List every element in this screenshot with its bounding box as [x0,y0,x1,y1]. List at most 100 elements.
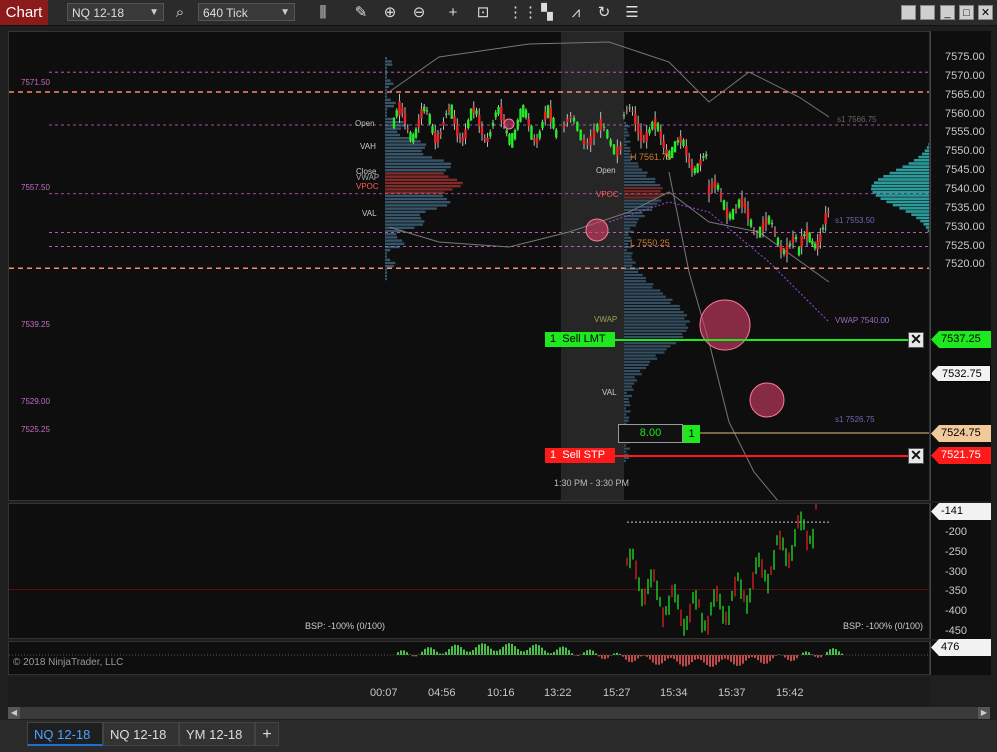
profile-bar [624,193,665,196]
profile-bar [385,143,427,146]
indicators-icon[interactable]: ⋮⋮ [508,3,538,22]
delta-bar [814,655,816,657]
profile-bar [385,130,398,133]
profile-bar [385,79,391,82]
pencil-icon[interactable]: ✎ [351,3,371,22]
sell-stop-order-tag[interactable]: 1 Sell STP [545,448,615,463]
delta-bar [760,655,762,663]
profile-bar [385,114,387,117]
candle-body [414,128,418,138]
price-chart-pane[interactable]: 7571.50 7557.50 7539.25 7529.00 7525.25 … [8,31,930,501]
candle-body [483,138,486,140]
delta-bar [802,652,804,655]
bsp-indicator-pane[interactable]: BSP: -100% (0/100) BSP: -100% (0/100) [8,503,930,639]
interval-selector[interactable]: 640 Tick ▼ [198,3,295,21]
delta-bar [691,655,693,663]
drawing-tools-icon[interactable]: ⩘ [566,3,586,22]
search-icon[interactable]: ⌕ [170,3,190,22]
candle-body [398,101,401,116]
time-tick: 15:42 [776,687,804,699]
profile-bar [624,230,634,233]
zoom-out-icon[interactable]: ⊖ [409,3,429,22]
scroll-left-icon[interactable]: ◀ [8,707,20,719]
profile-bar [385,197,448,201]
profile-bar [624,413,627,416]
maximize-window-button[interactable]: □ [959,5,974,20]
candle-body [592,129,596,139]
crosshair-icon[interactable]: + [443,3,463,22]
band-s1-label: s1 7526.75 [835,415,875,424]
band-s1-label: s1 7566.75 [837,115,877,124]
minimize-tile-icon[interactable] [901,5,916,20]
delta-bar [544,650,546,655]
position-qty-box[interactable]: 1 [683,425,700,443]
volume-delta-axis[interactable]: 476 [930,639,991,675]
profile-bar [385,239,403,242]
candle-body [453,115,456,124]
profile-bar [385,159,444,162]
scroll-right-icon[interactable]: ▶ [978,707,990,719]
minimize-window-button[interactable]: _ [940,5,955,20]
horizontal-scrollbar[interactable]: ◀ ▶ [8,707,990,719]
tab-nq-active[interactable]: NQ 12-18 [27,722,103,746]
profile-bar [385,101,396,105]
strategies-icon[interactable]: ▚ [537,3,557,22]
position-pnl-box[interactable]: 8.00 [618,424,683,443]
delta-bar [700,655,702,660]
delta-bar [478,644,480,655]
candle-body [511,133,514,148]
candle-body [549,107,552,122]
cancel-sell-stop-icon[interactable]: ✕ [908,448,924,464]
profile-bar [624,190,661,193]
add-tab-button[interactable]: + [255,722,279,746]
profile-bar [624,317,685,320]
candle-body [776,238,780,245]
profile-bar [385,172,444,175]
restore-tile-icon[interactable] [920,5,935,20]
data-box-icon[interactable]: ⊡ [473,3,493,22]
profile-bar [385,156,433,159]
candle-body [497,106,500,114]
time-axis[interactable]: 00:07 04:56 10:16 13:22 15:27 15:34 15:3… [8,677,930,707]
cancel-sell-limit-icon[interactable]: ✕ [908,332,924,348]
delta-bar [538,645,540,655]
delta-bar [784,655,786,658]
delta-bar [460,647,462,655]
tab-nq[interactable]: NQ 12-18 [103,722,179,746]
profile-bar [385,98,391,101]
session-low-label: L 7550.25 [630,238,670,248]
price-tick: 7560.00 [945,107,985,120]
candle-body [816,240,819,250]
price-axis[interactable]: 7575.00 7570.00 7565.00 7560.00 7555.00 7550.… [930,31,991,501]
candle-body [794,236,798,240]
delta-bar [469,651,471,655]
sell-limit-order-tag[interactable]: 1 Sell LMT [545,332,615,347]
delta-bar [490,648,492,655]
profile-bar [624,286,653,289]
candle-body [428,114,431,124]
instrument-selector[interactable]: NQ 12-18 ▼ [67,3,164,21]
zoom-in-icon[interactable]: ⊕ [380,3,400,22]
volume-delta-pane[interactable]: © 2018 NinjaTrader, LLC [8,641,930,675]
candle-body [752,230,756,232]
candle-body [819,234,822,243]
candle-body [576,122,579,131]
delta-bar [805,651,807,655]
profile-bar [385,169,446,172]
profile-bar [385,268,387,271]
properties-list-icon[interactable]: ☰ [622,3,642,22]
reload-icon[interactable]: ↻ [594,3,614,22]
tab-ym[interactable]: YM 12-18 [179,722,255,746]
candle-body [469,108,473,121]
level-label: 7529.00 [21,397,50,406]
profile-bar [624,125,630,128]
delta-bar [841,653,843,655]
candle-body [813,243,817,249]
delta-bar [517,648,519,655]
candle-body [764,218,768,226]
close-window-button[interactable]: ✕ [978,5,993,20]
bar-style-icon[interactable]: ⫼ [313,3,333,22]
candle-body [522,105,525,117]
bsp-indicator-axis[interactable]: -141 -200 -250 -300 -350 -400 -450 [930,503,991,639]
candle-body [699,159,702,166]
